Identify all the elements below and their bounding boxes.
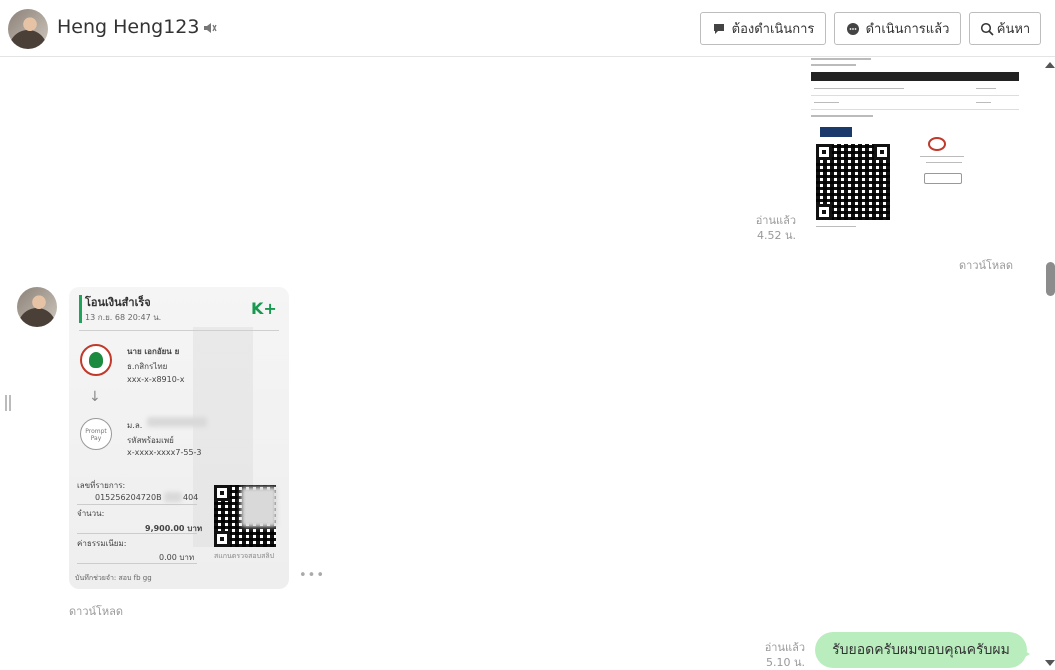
promptpay-logo: Prompt Pay bbox=[80, 418, 112, 450]
scrollbar-thumb[interactable] bbox=[1046, 262, 1055, 296]
invoice-text-line bbox=[811, 115, 873, 117]
invoice-download-link[interactable]: ดาวน์โหลด bbox=[959, 256, 1013, 274]
chat-dots-icon bbox=[846, 22, 859, 35]
slip-divider bbox=[77, 563, 197, 564]
invoice-table-header bbox=[811, 72, 1019, 81]
bank-mark-logo bbox=[928, 137, 946, 151]
sender-avatar[interactable] bbox=[17, 287, 57, 327]
slip-memo: บันทึกช่วยจำ: สอบ fb gg bbox=[75, 574, 152, 582]
more-options-icon[interactable]: ••• bbox=[299, 568, 325, 583]
bubble-tail bbox=[1020, 648, 1030, 660]
sender-name: นาย เอกอัยน ย bbox=[127, 347, 180, 356]
ref-label: เลขที่รายการ: bbox=[77, 481, 126, 490]
panel-resize-handle[interactable] bbox=[5, 395, 11, 411]
invoice-table-row bbox=[811, 96, 1019, 110]
ref-suffix: 404 bbox=[183, 493, 199, 502]
slip-title: โอนเงินสำเร็จ bbox=[85, 296, 151, 309]
invoice-text-line bbox=[811, 64, 856, 66]
transfer-slip-image[interactable]: โอนเงินสำเร็จ 13 ก.ย. 68 20:47 น. K+ นาย… bbox=[69, 287, 289, 589]
kbank-logo bbox=[80, 344, 112, 376]
receiver-type: รหัสพร้อมเพย์ bbox=[127, 436, 174, 445]
ref-value: 015256204720B bbox=[95, 493, 162, 502]
qr-finder bbox=[874, 144, 890, 160]
search-label: ค้นหา bbox=[996, 22, 1031, 37]
invoice-text-line bbox=[814, 88, 904, 89]
invoice-text-line bbox=[976, 102, 991, 103]
search-icon bbox=[980, 22, 994, 36]
sender-account: xxx-x-x8910-x bbox=[127, 375, 185, 384]
invoice-table-row bbox=[811, 82, 1019, 96]
qr-finder bbox=[816, 204, 832, 220]
qr-finder bbox=[214, 485, 230, 501]
invoice-image[interactable] bbox=[808, 58, 1022, 230]
invoice-text-line bbox=[976, 88, 996, 89]
todo-filter-label: ต้องดำเนินการ bbox=[731, 22, 815, 37]
search-button[interactable]: ค้นหา bbox=[969, 12, 1041, 45]
invoice-inner-button bbox=[924, 173, 962, 184]
mute-speaker-icon bbox=[204, 23, 217, 33]
redacted-area bbox=[164, 492, 182, 502]
sender-bank: ธ.กสิกรไทย bbox=[127, 362, 168, 371]
slip-date: 13 ก.ย. 68 20:47 น. bbox=[85, 313, 162, 322]
amount-label: จำนวน: bbox=[77, 509, 105, 518]
reply-message-bubble[interactable]: รับยอดครับผมขอบคุณครับผม bbox=[815, 632, 1027, 668]
invoice-text-line bbox=[811, 58, 871, 60]
kplus-logo: K+ bbox=[251, 299, 277, 318]
receiver-account: x-xxxx-xxxx7-55-3 bbox=[127, 448, 202, 457]
invoice-text-line bbox=[814, 102, 839, 103]
qr-finder bbox=[816, 144, 832, 160]
chat-header: Heng Heng123 ต้องดำเนินการ ดำเนินการแล้ว… bbox=[0, 0, 1055, 57]
redacted-area bbox=[241, 487, 277, 527]
invoice-text-line bbox=[920, 156, 964, 157]
scroll-down-arrow[interactable] bbox=[1045, 660, 1055, 666]
todo-filter-button[interactable]: ต้องดำเนินการ bbox=[700, 12, 826, 45]
contact-avatar[interactable] bbox=[8, 9, 48, 49]
slip-divider bbox=[77, 504, 197, 505]
slip-divider bbox=[77, 533, 197, 534]
contact-name[interactable]: Heng Heng123 bbox=[57, 16, 199, 38]
invoice-read-status: อ่านแล้ว 4.52 น. bbox=[748, 213, 796, 243]
slip-divider bbox=[79, 330, 279, 331]
message-time: 5.10 น. bbox=[765, 656, 805, 669]
qr-finder bbox=[214, 531, 230, 547]
receiver-name: ม.ล. bbox=[127, 421, 143, 430]
read-label: อ่านแล้ว bbox=[755, 214, 796, 227]
reply-message-text: รับยอดครับผมขอบคุณครับผม bbox=[832, 642, 1010, 658]
scroll-up-arrow[interactable] bbox=[1045, 62, 1055, 68]
slip-accent-bar bbox=[79, 295, 82, 323]
done-filter-button[interactable]: ดำเนินการแล้ว bbox=[834, 12, 961, 45]
invoice-qr-code bbox=[816, 144, 890, 220]
redacted-area bbox=[147, 417, 207, 427]
slip-download-link[interactable]: ดาวน์โหลด bbox=[69, 602, 123, 620]
message-time: 4.52 น. bbox=[756, 229, 796, 242]
arrow-down-icon: ↓ bbox=[89, 389, 101, 405]
invoice-text-line bbox=[926, 162, 962, 163]
scan-verify-text: สแกนตรวจสอบสลิป bbox=[214, 552, 275, 560]
done-filter-label: ดำเนินการแล้ว bbox=[865, 22, 950, 37]
chat-bubble-icon bbox=[713, 23, 724, 34]
invoice-text-line bbox=[816, 226, 856, 227]
fee-label: ค่าธรรมเนียม: bbox=[77, 539, 127, 548]
reply-read-status: อ่านแล้ว 5.10 น. bbox=[757, 640, 805, 670]
promptpay-logo bbox=[820, 127, 852, 137]
read-label: อ่านแล้ว bbox=[764, 641, 805, 654]
